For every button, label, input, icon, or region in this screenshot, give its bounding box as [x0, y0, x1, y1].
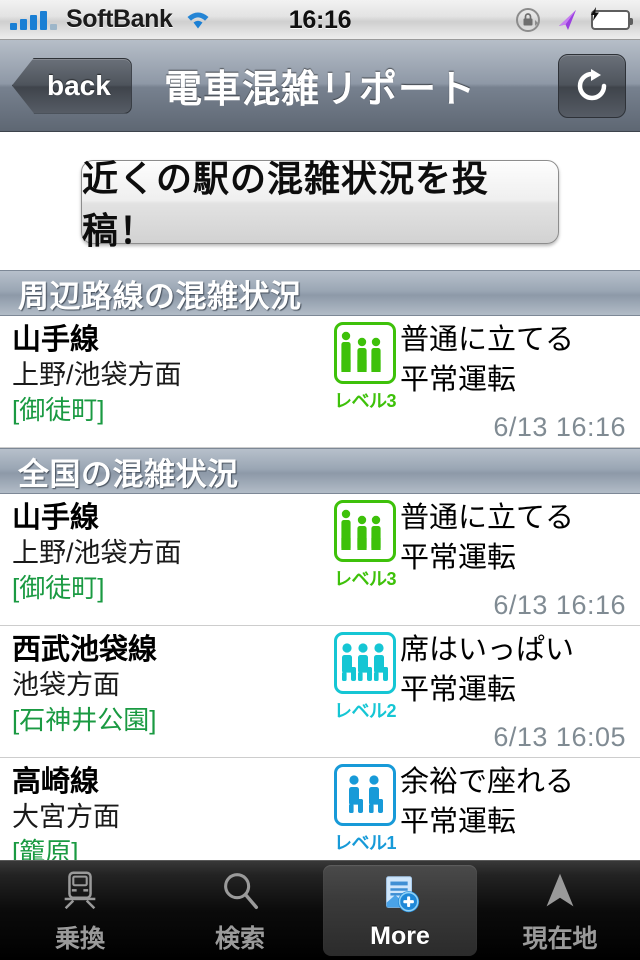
carrier-label: SoftBank — [66, 5, 173, 33]
tab-search[interactable]: 検索 — [163, 865, 317, 956]
tab-label: 現在地 — [522, 924, 598, 953]
row-status: 席はいっぱい 平常運転 — [400, 630, 574, 710]
crowd-level-label: レベル3 — [333, 569, 397, 589]
direction-label: 大宮方面 — [12, 802, 120, 832]
direction-label: 上野/池袋方面 — [12, 360, 182, 390]
back-button[interactable]: back — [12, 57, 132, 114]
row-info: 高崎線 大宮方面 [籠原] — [12, 764, 322, 869]
table-row[interactable]: 山手線 上野/池袋方面 [御徒町] レベル3 普通に立てる 平常運転 6/13 16:16 — [0, 316, 640, 448]
battery-charging-icon — [591, 6, 633, 30]
app-root: SoftBank 16:16 back 電車混雑リポート 近くの駅の混雑状況を投… — [0, 0, 640, 960]
crowd-status-text: 普通に立てる — [400, 502, 575, 534]
crowd-level-label: レベル1 — [333, 833, 397, 853]
crowd-level-indicator: レベル1 — [328, 764, 402, 855]
line-name: 山手線 — [12, 324, 100, 356]
content-scroll-area[interactable]: 近くの駅の混雑状況を投稿！ 周辺路線の混雑状況 山手線 上野/池袋方面 [御徒町] レベ… — [0, 132, 640, 960]
station-label: [御徒町] — [12, 573, 105, 603]
crowd-level-label: レベル3 — [333, 391, 397, 411]
post-button-area: 近くの駅の混雑状況を投稿！ — [0, 132, 640, 270]
tab-label: 乗換 — [54, 924, 105, 953]
crowd-level-icon — [334, 500, 396, 562]
section-header: 周辺路線の混雑状況 — [0, 270, 640, 316]
row-status: 普通に立てる 平常運転 — [400, 320, 574, 400]
document-plus-icon — [377, 870, 423, 918]
row-status: 余裕で座れる 平常運転 — [400, 762, 574, 842]
train-icon — [57, 867, 103, 915]
section-header: 全国の混雑状況 — [0, 448, 640, 494]
direction-label: 池袋方面 — [12, 670, 120, 700]
refresh-icon — [577, 68, 607, 100]
report-timestamp: 6/13 16:16 — [493, 590, 626, 620]
station-label: [御徒町] — [12, 395, 105, 425]
row-status: 普通に立てる 平常運転 — [400, 498, 574, 578]
location-arrow-icon — [553, 7, 579, 33]
row-info: 山手線上野/池袋方面 [御徒町] — [12, 322, 322, 427]
crowd-level-icon — [334, 322, 396, 384]
row-info: 山手線上野/池袋方面 [御徒町] — [12, 500, 322, 605]
crowd-level-indicator: レベル3 — [328, 500, 402, 591]
line-name: 山手線 — [12, 502, 100, 534]
crowd-status-text: 余裕で座れる — [400, 766, 575, 798]
service-status-text: 平常運転 — [400, 364, 517, 396]
station-label: [石神井公園] — [12, 705, 157, 735]
line-name: 高崎線 — [12, 766, 100, 798]
status-bar-right — [515, 6, 633, 33]
report-timestamp: 6/13 16:16 — [493, 412, 626, 442]
report-timestamp: 6/13 16:05 — [493, 722, 626, 752]
table-row[interactable]: 西武池袋線 池袋方面 [石神井公園] レベル2 席はいっぱい 平常運転 6/13 16:05 — [0, 626, 640, 758]
crowd-level-label: レベル2 — [333, 701, 397, 721]
sections-list: 周辺路線の混雑状況 山手線 上野/池袋方面 [御徒町] レベル3 普通に立てる 平常運転 6/… — [0, 270, 640, 890]
crowd-status-text: 普通に立てる — [400, 324, 575, 356]
table-row[interactable]: 山手線 上野/池袋方面 [御徒町] レベル3 普通に立てる 平常運転 6/13 16:16 — [0, 494, 640, 626]
tab-current-location[interactable]: 現在地 — [483, 865, 637, 956]
row-info: 西武池袋線池袋方面 [石神井公園] — [12, 632, 322, 737]
navigation-arrow-icon — [537, 867, 583, 915]
tab-transfer[interactable]: 乗換 — [3, 865, 157, 956]
status-bar: SoftBank 16:16 — [0, 0, 640, 40]
crowd-level-icon — [334, 632, 396, 694]
status-bar-left: SoftBank — [10, 5, 212, 34]
crowd-status-text: 席はいっぱい — [400, 634, 575, 666]
service-status-text: 平常運転 — [400, 542, 517, 574]
line-name: 西武池袋線 — [12, 634, 158, 666]
tab-label: More — [370, 922, 430, 950]
rotation-lock-icon — [515, 7, 541, 33]
post-crowd-status-button[interactable]: 近くの駅の混雑状況を投稿！ — [81, 158, 559, 251]
refresh-button[interactable] — [558, 53, 626, 118]
signal-bars-icon — [10, 10, 57, 30]
crowd-level-icon — [334, 764, 396, 826]
direction-label: 上野/池袋方面 — [12, 538, 182, 568]
tab-label: 検索 — [214, 924, 265, 953]
magnifier-icon — [217, 867, 263, 915]
service-status-text: 平常運転 — [400, 674, 517, 706]
tab-bar: 乗換 検索 More 現在地 — [0, 860, 640, 960]
wifi-icon — [184, 9, 212, 31]
tab-more[interactable]: More — [323, 865, 477, 956]
service-status-text: 平常運転 — [400, 806, 517, 838]
navigation-bar: back 電車混雑リポート — [0, 40, 640, 132]
crowd-level-indicator: レベル3 — [328, 322, 402, 413]
crowd-level-indicator: レベル2 — [328, 632, 402, 723]
